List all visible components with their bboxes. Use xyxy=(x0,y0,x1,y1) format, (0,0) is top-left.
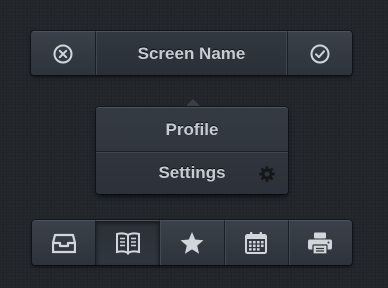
menu-item-profile[interactable]: Profile xyxy=(96,108,288,151)
screen-title: Screen Name xyxy=(137,43,246,63)
dropdown-menu: Profile Settings xyxy=(96,107,288,194)
close-circle-icon xyxy=(53,44,73,63)
gear-icon xyxy=(259,166,275,182)
menu-item-settings[interactable]: Settings xyxy=(96,151,288,194)
top-navigation-bar: Screen Name xyxy=(31,31,352,75)
inbox-icon xyxy=(51,233,76,254)
toolbar-calendar-button[interactable] xyxy=(223,220,288,265)
toolbar-inbox-button[interactable] xyxy=(32,220,96,265)
cancel-button[interactable] xyxy=(31,31,95,75)
menu-item-label: Profile xyxy=(165,119,219,139)
calendar-icon xyxy=(245,232,268,254)
toolbar-star-button[interactable] xyxy=(159,220,224,265)
toolbar-book-button[interactable] xyxy=(95,220,160,265)
menu-item-label: Settings xyxy=(158,163,226,182)
dropdown-caret xyxy=(185,99,201,107)
book-icon xyxy=(115,232,140,255)
check-circle-icon xyxy=(310,44,330,63)
bottom-toolbar xyxy=(32,220,352,265)
toolbar-print-button[interactable] xyxy=(287,220,352,265)
confirm-button[interactable] xyxy=(288,31,352,75)
screen-title-bar: Screen Name xyxy=(95,31,288,75)
printer-icon xyxy=(308,232,333,255)
star-icon xyxy=(180,232,204,254)
